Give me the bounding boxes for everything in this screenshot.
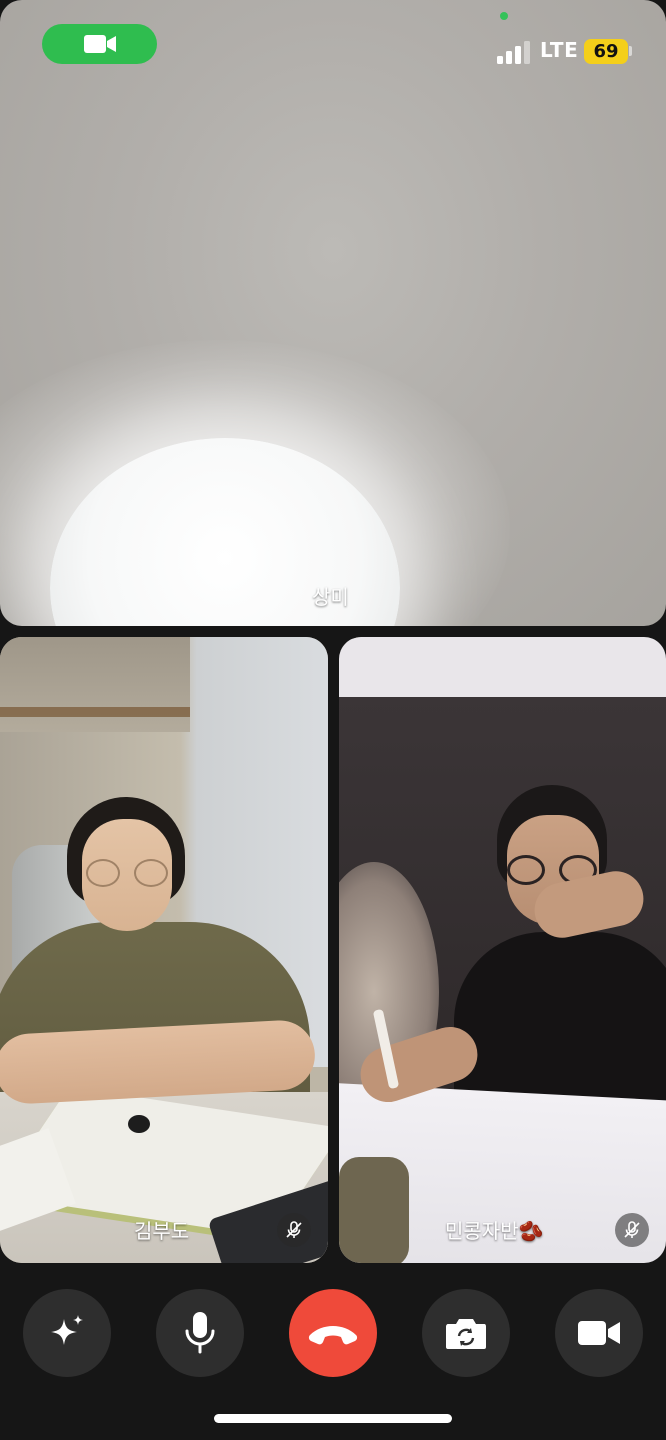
room-shelf (0, 707, 190, 717)
room-ceiling (0, 637, 190, 732)
earbud (128, 1115, 150, 1133)
network-type: LTE (540, 38, 579, 62)
home-indicator[interactable] (214, 1414, 452, 1423)
end-call-button[interactable] (289, 1289, 377, 1377)
active-call-pill[interactable] (42, 24, 157, 64)
video-tile-mincongjaban[interactable]: 민콩자반🫘 (339, 637, 666, 1263)
effects-button[interactable] (23, 1289, 111, 1377)
video-tile-kimbudo[interactable]: IENCE MOR 김부도 (0, 637, 328, 1263)
battery-level: 69 (584, 39, 628, 64)
camera-in-use-dot (500, 12, 508, 20)
microphone-icon (185, 1312, 215, 1354)
participant-name-text: 민콩자반 (445, 1219, 519, 1243)
person-glasses (86, 859, 168, 889)
muted-mic-icon (277, 1213, 311, 1247)
participant-name-sangmi: 상미 (312, 585, 349, 609)
leg (339, 1157, 409, 1263)
battery-cap (629, 46, 632, 56)
sparkle-icon (51, 1315, 83, 1345)
participant-name-mincongjaban: 민콩자반🫘 (445, 1215, 544, 1244)
microphone-button[interactable] (156, 1289, 244, 1377)
video-call-icon (83, 35, 116, 53)
muted-mic-icon (615, 1213, 649, 1247)
video-toggle-button[interactable] (555, 1289, 643, 1377)
bean-emoji: 🫘 (518, 1219, 544, 1243)
video-camera-icon (578, 1321, 620, 1345)
flip-camera-button[interactable] (422, 1289, 510, 1377)
video-tile-sangmi[interactable]: 상미 (0, 0, 666, 626)
cellular-signal-icon (497, 41, 530, 64)
end-call-icon (308, 1326, 358, 1345)
participant-name-kimbudo: 김부도 (134, 1219, 190, 1243)
flip-camera-icon (446, 1319, 486, 1349)
